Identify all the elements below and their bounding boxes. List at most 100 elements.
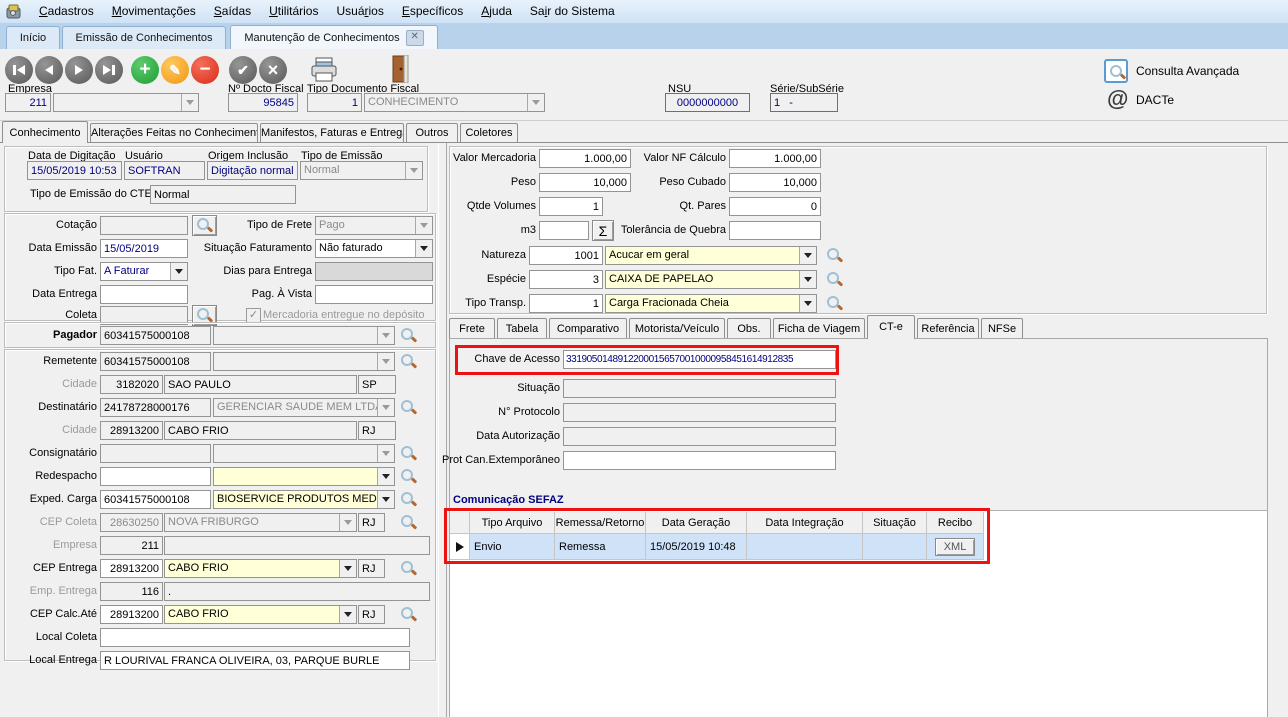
tipo-doc-name-combo[interactable]: CONHECIMENTO xyxy=(364,93,545,112)
menu-saidas[interactable]: Saídas xyxy=(205,0,260,23)
menu-ajuda[interactable]: Ajuda xyxy=(472,0,521,23)
dropdown-arrow-icon[interactable] xyxy=(339,560,356,577)
nsu-field[interactable]: 0000000000 xyxy=(665,93,750,112)
consignatario-lookup-icon[interactable] xyxy=(400,445,417,462)
natureza-code-field[interactable]: 1001 xyxy=(529,246,603,265)
destinatario-lookup-icon[interactable] xyxy=(400,399,417,416)
tab-manifestos[interactable]: Manifestos, Faturas e Entrega xyxy=(260,123,404,142)
nav-last-button[interactable] xyxy=(95,56,123,84)
destinatario-name-combo[interactable]: GERENCIAR SAUDE MEM LTDA xyxy=(213,398,395,417)
consignatario-code-field[interactable] xyxy=(100,444,211,463)
redespacho-code-field[interactable] xyxy=(100,467,211,486)
remetente-name-combo[interactable] xyxy=(213,352,395,371)
nav-first-button[interactable] xyxy=(5,56,33,84)
tipo-transp-lookup-icon[interactable] xyxy=(826,295,843,312)
pagador-lookup-icon[interactable] xyxy=(400,327,417,344)
exped-carga-name-combo[interactable]: BIOSERVICE PRODUTOS MEDIC xyxy=(213,490,395,509)
situacao-faturamento-combo[interactable]: Não faturado xyxy=(315,239,433,258)
protocolo-field[interactable] xyxy=(563,403,836,422)
pagador-code-field[interactable]: 60341575000108 xyxy=(100,326,211,345)
sefaz-row-tipo-arquivo[interactable]: Envio xyxy=(470,534,555,560)
docto-fiscal-field[interactable]: 95845 xyxy=(228,93,298,112)
local-coleta-field[interactable] xyxy=(100,628,410,647)
menu-sair[interactable]: Sair do Sistema xyxy=(521,0,624,23)
empresa-name-combo[interactable] xyxy=(53,93,199,112)
exit-door-icon[interactable] xyxy=(392,55,410,83)
natureza-lookup-icon[interactable] xyxy=(826,247,843,264)
tab-alteracoes[interactable]: Alterações Feitas no Conhecimento xyxy=(90,123,258,142)
menu-usuarios[interactable]: Usuários xyxy=(327,0,392,23)
m3-field[interactable] xyxy=(539,221,589,240)
data-digitacao-field[interactable]: 15/05/2019 10:53 xyxy=(27,161,122,180)
consulta-avancada-button[interactable]: Consulta Avançada xyxy=(1136,64,1239,78)
window-tab-inicio[interactable]: Início xyxy=(6,26,60,49)
redespacho-name-combo[interactable] xyxy=(213,467,395,486)
situacao-cte-field[interactable] xyxy=(563,379,836,398)
sigma-button[interactable]: Σ xyxy=(592,220,614,241)
tab-outros[interactable]: Outros xyxy=(406,123,458,142)
tipo-frete-combo[interactable]: Pago xyxy=(315,216,433,235)
pag-vista-field[interactable] xyxy=(315,285,433,304)
peso-field[interactable]: 10,000 xyxy=(539,173,631,192)
sefaz-col-data-integracao[interactable]: Data Integração xyxy=(747,512,863,534)
dropdown-arrow-icon[interactable] xyxy=(170,263,187,280)
cep-entrega-name-combo[interactable]: CABO FRIO xyxy=(164,559,357,578)
tipo-transp-combo[interactable]: Carga Fracionada Cheia xyxy=(605,294,817,313)
tab-conhecimento[interactable]: Conhecimento xyxy=(2,121,88,143)
mercadoria-checkbox[interactable]: ✓ xyxy=(246,308,261,323)
pagador-name-combo[interactable] xyxy=(213,326,395,345)
sefaz-col-tipo-arquivo[interactable]: Tipo Arquivo xyxy=(470,512,555,534)
nav-prev-button[interactable] xyxy=(35,56,63,84)
cep-entrega-lookup-icon[interactable] xyxy=(400,560,417,577)
dropdown-arrow-icon[interactable] xyxy=(799,295,816,312)
valor-mercadoria-field[interactable]: 1.000,00 xyxy=(539,149,631,168)
dropdown-arrow-icon[interactable] xyxy=(799,247,816,264)
close-tab-icon[interactable]: ✕ xyxy=(406,30,424,46)
print-icon[interactable] xyxy=(310,57,338,83)
delete-button[interactable]: − xyxy=(191,56,219,84)
destinatario-code-field[interactable]: 24178728000176 xyxy=(100,398,211,417)
chave-acesso-field[interactable]: 3319050148912200015657001000095845161491… xyxy=(563,350,836,369)
sefaz-col-recibo[interactable]: Recibo xyxy=(927,512,984,534)
tab-tabela[interactable]: Tabela xyxy=(497,318,547,338)
tolerancia-field[interactable] xyxy=(729,221,821,240)
data-autorizacao-field[interactable] xyxy=(563,427,836,446)
consulta-avancada-icon[interactable] xyxy=(1104,59,1128,83)
tab-cte[interactable]: CT-e xyxy=(867,315,915,339)
cep-calc-lookup-icon[interactable] xyxy=(400,606,417,623)
dropdown-arrow-icon[interactable] xyxy=(527,94,544,111)
cancel-button[interactable]: × xyxy=(259,56,287,84)
tab-frete[interactable]: Frete xyxy=(449,318,495,338)
dropdown-arrow-icon[interactable] xyxy=(377,468,394,485)
especie-code-field[interactable]: 3 xyxy=(529,270,603,289)
menu-movimentacoes[interactable]: Movimentações xyxy=(103,0,205,23)
dias-entrega-field[interactable] xyxy=(315,262,433,281)
window-tab-emissao[interactable]: Emissão de Conhecimentos xyxy=(62,26,226,49)
peso-cubado-field[interactable]: 10,000 xyxy=(729,173,821,192)
sefaz-row-data-geracao[interactable]: 15/05/2019 10:48 xyxy=(646,534,747,560)
window-tab-manutencao[interactable]: Manutenção de Conhecimentos ✕ xyxy=(230,25,438,50)
cep-coleta-code-field[interactable]: 28630250 xyxy=(100,513,163,532)
edit-button[interactable]: ✎ xyxy=(161,56,189,84)
tab-motorista-veiculo[interactable]: Motorista/Veículo xyxy=(629,318,725,338)
tab-obs[interactable]: Obs. xyxy=(727,318,771,338)
menu-especificos[interactable]: Específicos xyxy=(393,0,472,23)
cotacao-field[interactable] xyxy=(100,216,188,235)
tab-comparativo[interactable]: Comparativo xyxy=(549,318,627,338)
nav-next-button[interactable] xyxy=(65,56,93,84)
tab-coletores[interactable]: Coletores xyxy=(460,123,518,142)
especie-lookup-icon[interactable] xyxy=(826,271,843,288)
dropdown-arrow-icon[interactable] xyxy=(339,606,356,623)
menu-utilitarios[interactable]: Utilitários xyxy=(260,0,327,23)
natureza-combo[interactable]: Acucar em geral xyxy=(605,246,817,265)
exped-carga-lookup-icon[interactable] xyxy=(400,491,417,508)
sefaz-row-situacao[interactable] xyxy=(863,534,927,560)
tipo-doc-code-field[interactable]: 1 xyxy=(307,93,362,112)
local-entrega-field[interactable]: R LOURIVAL FRANCA OLIVEIRA, 03, PARQUE B… xyxy=(100,651,410,670)
sefaz-row-remessa-retorno[interactable]: Remessa xyxy=(555,534,646,560)
dacte-icon[interactable]: @ xyxy=(1107,86,1128,112)
dropdown-arrow-icon[interactable] xyxy=(181,94,198,111)
tipo-emissao-cte-field[interactable]: Normal xyxy=(150,185,296,204)
exped-carga-code-field[interactable]: 60341575000108 xyxy=(100,490,211,509)
tab-nfse[interactable]: NFSe xyxy=(981,318,1023,338)
